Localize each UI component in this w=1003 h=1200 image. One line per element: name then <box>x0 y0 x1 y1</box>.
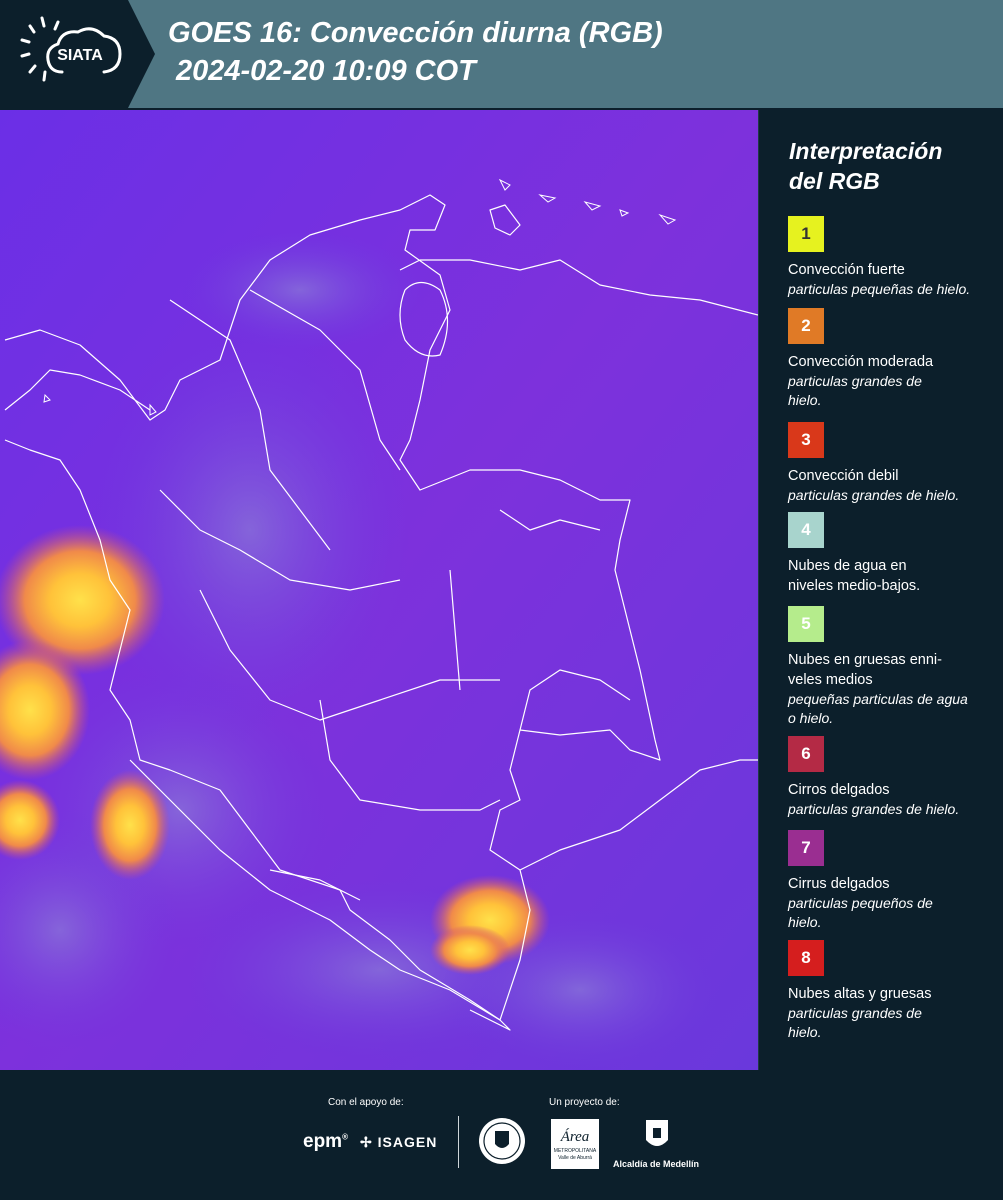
legend-title: Interpretación del RGB <box>789 136 942 196</box>
header-bar: SIATA GOES 16: Convección diurna (RGB) 2… <box>0 0 1003 108</box>
isagen-icon: ✢ <box>360 1134 373 1150</box>
legend-title-line-2: del RGB <box>789 168 880 194</box>
legend-label: Convección fuerte <box>788 262 905 278</box>
legend-item-5: 5 Nubes en gruesas enni-veles medios peq… <box>788 606 998 728</box>
isagen-logo-text: ISAGEN <box>377 1134 438 1150</box>
legend-sub: particulas grandes de hielo. <box>788 1005 922 1040</box>
alcaldia-label: Alcaldía de Medellín <box>613 1159 700 1169</box>
area-logo-sub2: Valle de Aburrá <box>558 1155 592 1161</box>
footer: Con el apoyo de: Un proyecto de: epm® ✢ … <box>0 1071 1003 1200</box>
legend-item-2: 2 Convección moderada particulas grandes… <box>788 308 998 410</box>
legend-sub: pequeñas particulas de agua o hielo. <box>788 691 968 726</box>
area-logo-text: Área <box>560 1129 590 1145</box>
footer-divider <box>458 1116 459 1168</box>
title-line-2: 2024-02-20 10:09 COT <box>176 55 476 87</box>
legend-panel: Interpretación del RGB 1 Convección fuer… <box>760 110 1003 1070</box>
legend-swatch: 2 <box>788 308 824 344</box>
legend-swatch: 1 <box>788 216 824 252</box>
isagen-logo: ✢ ISAGEN <box>360 1134 437 1151</box>
support-label: Con el apoyo de: <box>328 1097 404 1108</box>
legend-swatch: 6 <box>788 736 824 772</box>
siata-logo-text: SIATA <box>57 47 103 64</box>
legend-label: Convección moderada <box>788 354 934 370</box>
legend-label: Nubes de agua en niveles medio-bajos. <box>788 558 921 594</box>
legend-item-7: 7 Cirrus delgados particulas pequeños de… <box>788 830 998 932</box>
epm-logo-text: epm <box>303 1131 343 1152</box>
project-label: Un proyecto de: <box>549 1097 620 1108</box>
legend-sub: particulas grandes de hielo. <box>788 373 922 408</box>
epm-logo: epm® <box>303 1131 348 1153</box>
legend-swatch: 4 <box>788 512 824 548</box>
legend-item-8: 8 Nubes altas y gruesas particulas grand… <box>788 940 998 1042</box>
legend-title-line-1: Interpretación <box>789 138 943 164</box>
legend-sub: particulas grandes de hielo. <box>788 801 960 817</box>
siata-logo: SIATA <box>0 0 155 108</box>
legend-label: Cirrus delgados <box>788 876 890 892</box>
legend-label: Nubes altas y gruesas <box>788 986 932 1002</box>
page-title: GOES 16: Convección diurna (RGB) 2024-02… <box>168 14 663 90</box>
antioquia-seal-icon <box>479 1118 525 1164</box>
legend-swatch: 7 <box>788 830 824 866</box>
legend-sub: particulas pequeñas de hielo. <box>788 281 971 297</box>
area-logo-sub1: METROPOLITANA <box>553 1148 597 1154</box>
legend-label: Nubes en gruesas enni-veles medios <box>788 652 942 688</box>
legend-item-1: 1 Convección fuerte particulas pequeñas … <box>788 216 998 299</box>
legend-label: Cirros delgados <box>788 782 890 798</box>
legend-item-4: 4 Nubes de agua en niveles medio-bajos. <box>788 512 998 596</box>
area-metropolitana-logo: Área METROPOLITANA Valle de Aburrá <box>551 1119 599 1169</box>
legend-item-3: 3 Convección debil particulas grandes de… <box>788 422 998 505</box>
title-line-1: GOES 16: Convección diurna (RGB) <box>168 17 663 49</box>
legend-swatch: 8 <box>788 940 824 976</box>
medellin-shield-icon <box>646 1120 668 1146</box>
legend-item-6: 6 Cirros delgados particulas grandes de … <box>788 736 998 819</box>
legend-label: Convección debil <box>788 468 899 484</box>
legend-sub: particulas grandes de hielo. <box>788 487 960 503</box>
legend-swatch: 5 <box>788 606 824 642</box>
legend-swatch: 3 <box>788 422 824 458</box>
epm-logo-mark: ® <box>342 1132 348 1142</box>
satellite-rgb-image <box>0 110 759 1070</box>
legend-sub: particulas pequeños de hielo. <box>788 895 933 930</box>
